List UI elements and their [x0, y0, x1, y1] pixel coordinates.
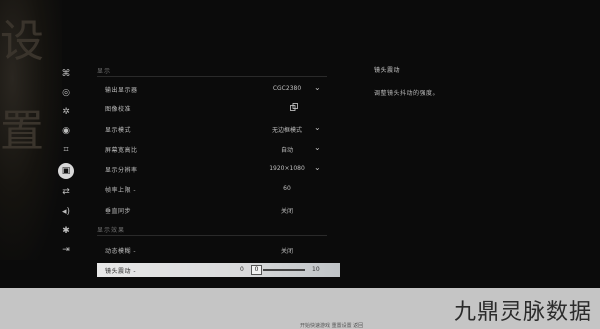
- eye-icon[interactable]: ◉: [56, 123, 76, 139]
- chevron-down-icon[interactable]: ⌄: [314, 83, 321, 92]
- chevron-down-icon[interactable]: ⌄: [314, 123, 321, 132]
- description-title: 镜头震动: [374, 67, 401, 74]
- gear-icon[interactable]: ✲: [56, 104, 76, 120]
- section-title-effects: 显示效果: [97, 227, 126, 234]
- setting-row-output-monitor[interactable]: 输出显示器 CGC2380 ⌄: [97, 82, 340, 96]
- chevron-down-icon[interactable]: ⌄: [314, 143, 321, 152]
- slider-max-label: 10: [312, 266, 320, 273]
- calibrate-icon[interactable]: [290, 103, 298, 111]
- watermark-text: 九鼎灵脉数据: [453, 300, 592, 325]
- controller-icon[interactable]: ◎: [56, 85, 76, 101]
- setting-value: 关闭: [280, 208, 293, 215]
- setting-value: 关闭: [280, 248, 293, 255]
- setting-row-frame-limit[interactable]: 帧率上限 - 60: [97, 182, 340, 196]
- slider-value-input[interactable]: 0: [251, 265, 262, 275]
- section-title-display: 显示: [97, 68, 112, 75]
- footer-hint: 开始快速游戏 重置设置 返回: [300, 323, 364, 329]
- speaker-icon[interactable]: ◂): [56, 204, 76, 220]
- setting-label: 镜头震动 -: [105, 268, 137, 275]
- setting-row-aspect-ratio[interactable]: 屏幕宽高比 自动 ⌄: [97, 142, 340, 156]
- setting-label: 屏幕宽高比: [105, 147, 138, 154]
- setting-row-display-mode[interactable]: 显示模式 无边框模式 ⌄: [97, 122, 340, 136]
- setting-row-camera-shake[interactable]: 镜头震动 - 0 0 10: [97, 263, 340, 277]
- calligraphy-char: 置: [0, 106, 44, 157]
- setting-value: 60: [283, 185, 291, 192]
- setting-label: 垂直同步: [105, 208, 132, 215]
- setting-row-vsync[interactable]: 垂直同步 关闭: [97, 203, 340, 217]
- setting-row-resolution[interactable]: 显示分辨率 1920×1080 ⌄: [97, 162, 340, 176]
- camera-shake-slider[interactable]: [263, 269, 305, 271]
- setting-label: 输出显示器: [105, 87, 138, 94]
- swap-icon[interactable]: ⇄: [56, 184, 76, 200]
- accessibility-icon[interactable]: ✱: [56, 223, 76, 239]
- divider: [97, 235, 327, 236]
- setting-label: 显示分辨率: [105, 167, 138, 174]
- crop-icon[interactable]: ⌗: [56, 142, 76, 158]
- divider: [97, 76, 327, 77]
- setting-label: 图像校准: [105, 106, 132, 113]
- setting-row-motion-blur[interactable]: 动态模糊 - 关闭: [97, 243, 340, 257]
- gamepad-icon[interactable]: ⌘: [56, 66, 76, 82]
- setting-row-image-calibration[interactable]: 图像校准: [97, 101, 340, 115]
- exit-icon[interactable]: ⇥: [56, 242, 76, 258]
- setting-label: 帧率上限 -: [105, 187, 137, 194]
- chevron-down-icon[interactable]: ⌄: [314, 163, 321, 172]
- calligraphy-char: 设: [0, 16, 44, 67]
- slider-min-label: 0: [240, 266, 244, 273]
- setting-label: 动态模糊 -: [105, 248, 137, 255]
- background-artwork: 设 置: [0, 0, 62, 260]
- setting-label: 显示模式: [105, 127, 132, 134]
- monitor-icon[interactable]: ▣: [58, 163, 74, 179]
- description-body: 调整镜头抖动的强度。: [374, 90, 440, 97]
